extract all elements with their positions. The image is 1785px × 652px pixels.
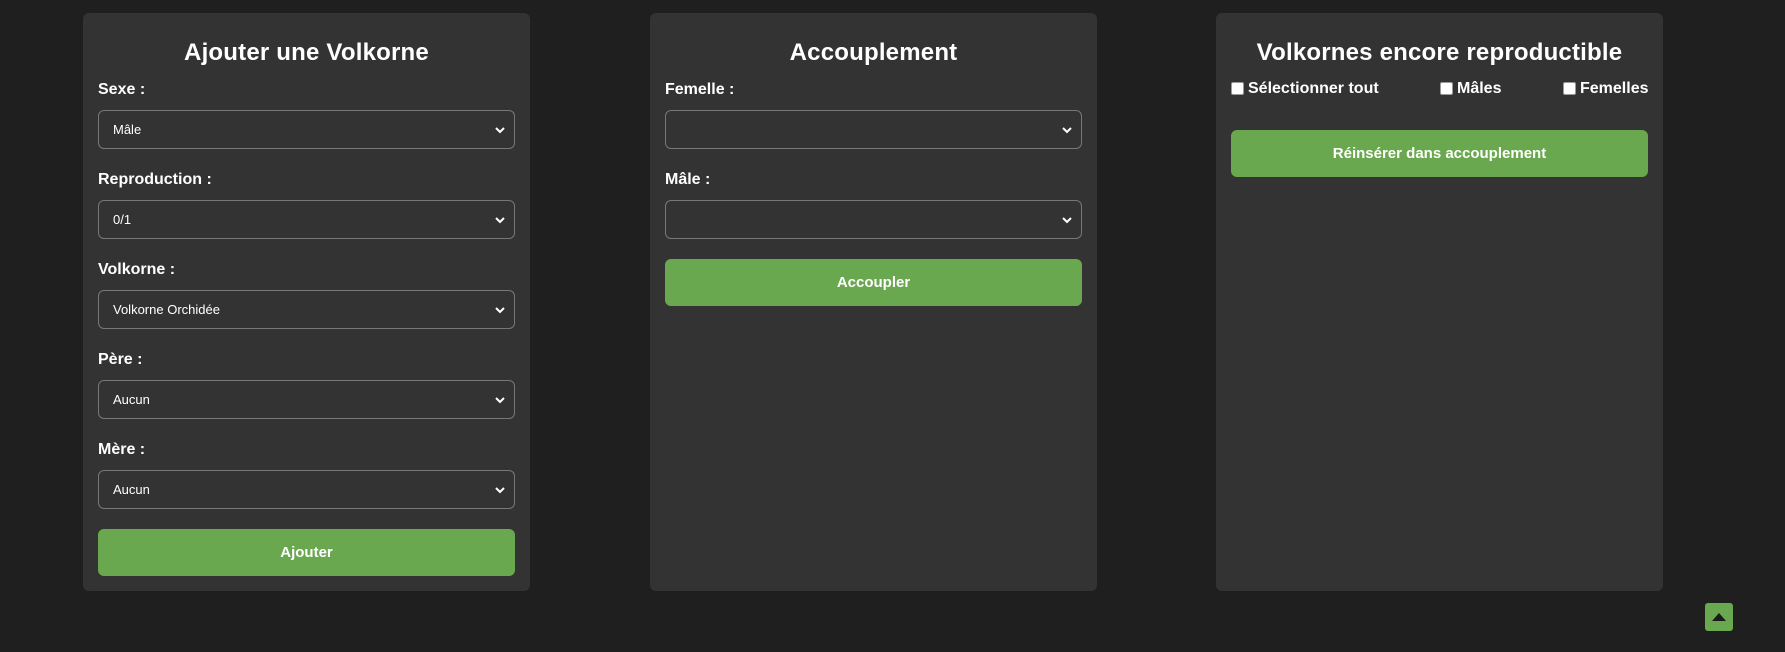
mere-select-value: Aucun — [113, 482, 150, 497]
scroll-to-top-button[interactable] — [1705, 603, 1733, 631]
chevron-down-icon — [495, 127, 505, 134]
pere-label: Père : — [98, 351, 143, 368]
mere-label: Mère : — [98, 441, 146, 458]
males-label: Mâles — [1457, 80, 1502, 97]
repro-panel-title: Volkornes encore reproductible — [1256, 39, 1623, 66]
male-label: Mâle : — [665, 171, 711, 188]
males-checkbox[interactable]: Mâles — [1440, 80, 1501, 98]
mere-select[interactable]: Aucun — [98, 470, 515, 509]
volkorne-select-value: Volkorne Orchidée — [113, 302, 220, 317]
sexe-select-value: Mâle — [113, 122, 142, 137]
chevron-down-icon — [495, 307, 505, 314]
reproductible-panel: Volkornes encore reproductible Sélection… — [1216, 13, 1663, 591]
reproduction-select-value: 0/1 — [113, 212, 132, 227]
reinserer-button[interactable]: Réinsérer dans accouplement — [1231, 130, 1648, 177]
ajouter-button[interactable]: Ajouter — [98, 529, 515, 576]
femelles-checkbox[interactable]: Femelles — [1563, 80, 1648, 98]
pere-select[interactable]: Aucun — [98, 380, 515, 419]
select-all-checkbox-box[interactable] — [1231, 81, 1244, 95]
volkorne-label: Volkorne : — [98, 261, 176, 278]
sexe-select[interactable]: Mâle — [98, 110, 515, 149]
add-volkorne-panel: Ajouter une Volkorne Sexe : Mâle Reprodu… — [83, 13, 530, 591]
chevron-down-icon — [495, 487, 505, 494]
select-all-checkbox[interactable]: Sélectionner tout — [1231, 80, 1379, 98]
femelles-checkbox-box[interactable] — [1563, 81, 1576, 95]
male-select[interactable] — [665, 200, 1082, 239]
accoupler-button[interactable]: Accoupler — [665, 259, 1082, 306]
pere-select-value: Aucun — [113, 392, 150, 407]
chevron-down-icon — [1062, 217, 1072, 224]
reproduction-label: Reproduction : — [98, 171, 212, 188]
volkorne-select[interactable]: Volkorne Orchidée — [98, 290, 515, 329]
femelles-label: Femelles — [1580, 80, 1649, 97]
reproduction-select[interactable]: 0/1 — [98, 200, 515, 239]
caret-up-icon — [1712, 613, 1726, 621]
femelle-select[interactable] — [665, 110, 1082, 149]
chevron-down-icon — [495, 397, 505, 404]
males-checkbox-box[interactable] — [1440, 81, 1453, 95]
chevron-down-icon — [495, 217, 505, 224]
sexe-label: Sexe : — [98, 81, 146, 98]
mating-panel: Accouplement Femelle : Mâle : Accoupler — [650, 13, 1097, 591]
mating-panel-title: Accouplement — [789, 39, 958, 66]
chevron-down-icon — [1062, 127, 1072, 134]
add-panel-title: Ajouter une Volkorne — [184, 39, 429, 66]
femelle-label: Femelle : — [665, 81, 735, 98]
select-all-label: Sélectionner tout — [1248, 80, 1379, 97]
